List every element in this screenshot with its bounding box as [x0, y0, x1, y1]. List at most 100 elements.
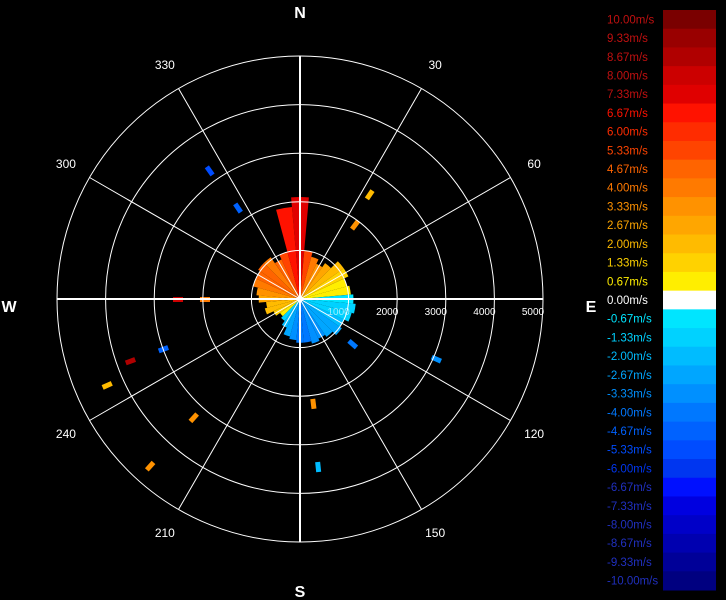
- colorbar-label: -2.67m/s: [607, 370, 652, 382]
- colorbar-swatch: [663, 515, 716, 535]
- echo-gate: [204, 165, 215, 177]
- colorbar-label: 6.00m/s: [607, 127, 648, 139]
- colorbar-label: -4.00m/s: [607, 407, 652, 419]
- azimuth-spoke: [178, 88, 301, 300]
- colorbar-label: 2.67m/s: [607, 220, 648, 232]
- colorbar-swatch: [663, 290, 716, 310]
- colorbar-label: -2.00m/s: [607, 351, 652, 363]
- echo-gate: [310, 398, 317, 410]
- radar-velocity-chart: N S W E 30 60 120 150 210 240 300 330 1000 2000 30…: [1, 5, 716, 600]
- azimuth-spoke: [299, 177, 511, 300]
- colorbar-label: -1.33m/s: [607, 332, 652, 344]
- colorbar-swatch: [663, 122, 716, 142]
- azimuth-label: 120: [524, 427, 544, 441]
- radar-center-marker: [297, 296, 303, 302]
- colorbar-legend: 10.00m/s 9.33m/s 8.67m/s 8.00m/s 7.33m/s 6.67…: [607, 10, 716, 591]
- echo-gate: [315, 461, 322, 473]
- colorbar-swatch: [663, 459, 716, 479]
- echo-gate: [188, 412, 199, 424]
- azimuth-label: 210: [155, 526, 175, 540]
- azimuth-spoke: [178, 298, 301, 510]
- colorbar-label: -4.67m/s: [607, 426, 652, 438]
- colorbar-label: -0.67m/s: [607, 314, 652, 326]
- echo-gate: [101, 381, 113, 390]
- colorbar-label: 2.00m/s: [607, 239, 648, 251]
- range-label: 4000: [473, 307, 496, 318]
- colorbar-swatch: [663, 533, 716, 554]
- colorbar-label: 1.33m/s: [607, 258, 648, 270]
- colorbar-swatch: [663, 365, 716, 385]
- azimuth-spoke: [89, 177, 301, 300]
- colorbar-label: -6.00m/s: [607, 463, 652, 475]
- colorbar-swatch: [663, 346, 716, 366]
- colorbar-label: -5.33m/s: [607, 445, 652, 457]
- colorbar-swatch: [663, 496, 716, 516]
- range-label: 1000: [327, 307, 350, 318]
- azimuth-label: 240: [56, 427, 76, 441]
- azimuth-spoke: [299, 88, 422, 300]
- colorbar-swatch: [663, 66, 716, 86]
- colorbar-swatch: [663, 159, 716, 179]
- cardinal-label-s: S: [295, 584, 306, 600]
- colorbar-label: 8.67m/s: [607, 52, 648, 64]
- colorbar-label: 8.00m/s: [607, 70, 648, 82]
- colorbar-label: 0.00m/s: [607, 295, 648, 307]
- range-label: 5000: [522, 307, 545, 318]
- colorbar-label: 3.33m/s: [607, 201, 648, 213]
- colorbar-swatch: [663, 571, 716, 591]
- cardinal-label-e: E: [586, 299, 597, 316]
- colorbar-swatch: [663, 477, 716, 497]
- colorbar-label: 7.33m/s: [607, 89, 648, 101]
- colorbar-label: -6.67m/s: [607, 482, 652, 494]
- colorbar-swatch: [663, 421, 716, 441]
- colorbar-label: 9.33m/s: [607, 33, 648, 45]
- azimuth-label: 60: [527, 157, 541, 171]
- cardinal-label-n: N: [294, 5, 306, 22]
- colorbar-label: 0.67m/s: [607, 276, 648, 288]
- echo-gate: [347, 338, 359, 350]
- colorbar-label: -7.33m/s: [607, 501, 652, 513]
- colorbar-swatch: [663, 328, 716, 348]
- colorbar-label: 10.00m/s: [607, 14, 655, 26]
- range-label: 2000: [376, 307, 399, 318]
- range-label: 3000: [425, 307, 448, 318]
- colorbar-swatch: [663, 440, 716, 460]
- colorbar-label: 5.33m/s: [607, 145, 648, 157]
- colorbar-swatch: [663, 402, 716, 423]
- colorbar-swatch: [663, 47, 716, 67]
- colorbar-swatch: [663, 234, 716, 254]
- azimuth-label: 330: [155, 58, 175, 72]
- colorbar-swatch: [663, 10, 716, 30]
- colorbar-swatch: [663, 103, 716, 123]
- colorbar-swatch: [663, 84, 716, 105]
- echo-gate: [124, 357, 137, 366]
- colorbar-swatch: [663, 197, 716, 217]
- echo-gate: [233, 202, 243, 214]
- colorbar-swatch: [663, 28, 716, 48]
- colorbar-label: -10.00m/s: [607, 576, 658, 588]
- colorbar-swatch: [663, 215, 716, 236]
- colorbar-swatch: [663, 552, 716, 572]
- colorbar-label: 6.67m/s: [607, 108, 648, 120]
- echo-gate: [144, 460, 156, 472]
- colorbar-swatch: [663, 309, 716, 329]
- colorbar-label: -3.33m/s: [607, 389, 652, 401]
- polar-grid: [56, 55, 544, 543]
- echo-gate: [364, 189, 375, 201]
- colorbar-swatch: [663, 140, 716, 161]
- colorbar-label: -8.00m/s: [607, 520, 652, 532]
- azimuth-label: 30: [428, 58, 442, 72]
- colorbar-swatch: [663, 384, 716, 404]
- azimuth-spoke: [299, 298, 422, 510]
- colorbar-swatch: [663, 253, 716, 273]
- colorbar-label: 4.00m/s: [607, 183, 648, 195]
- colorbar-label: 4.67m/s: [607, 164, 648, 176]
- cardinal-label-w: W: [1, 299, 17, 316]
- colorbar-label: -9.33m/s: [607, 557, 652, 569]
- colorbar-swatch: [663, 271, 716, 292]
- azimuth-spoke: [89, 298, 301, 421]
- colorbar-label: -8.67m/s: [607, 538, 652, 550]
- colorbar-swatch: [663, 178, 716, 198]
- azimuth-label: 150: [425, 526, 445, 540]
- azimuth-label: 300: [56, 157, 76, 171]
